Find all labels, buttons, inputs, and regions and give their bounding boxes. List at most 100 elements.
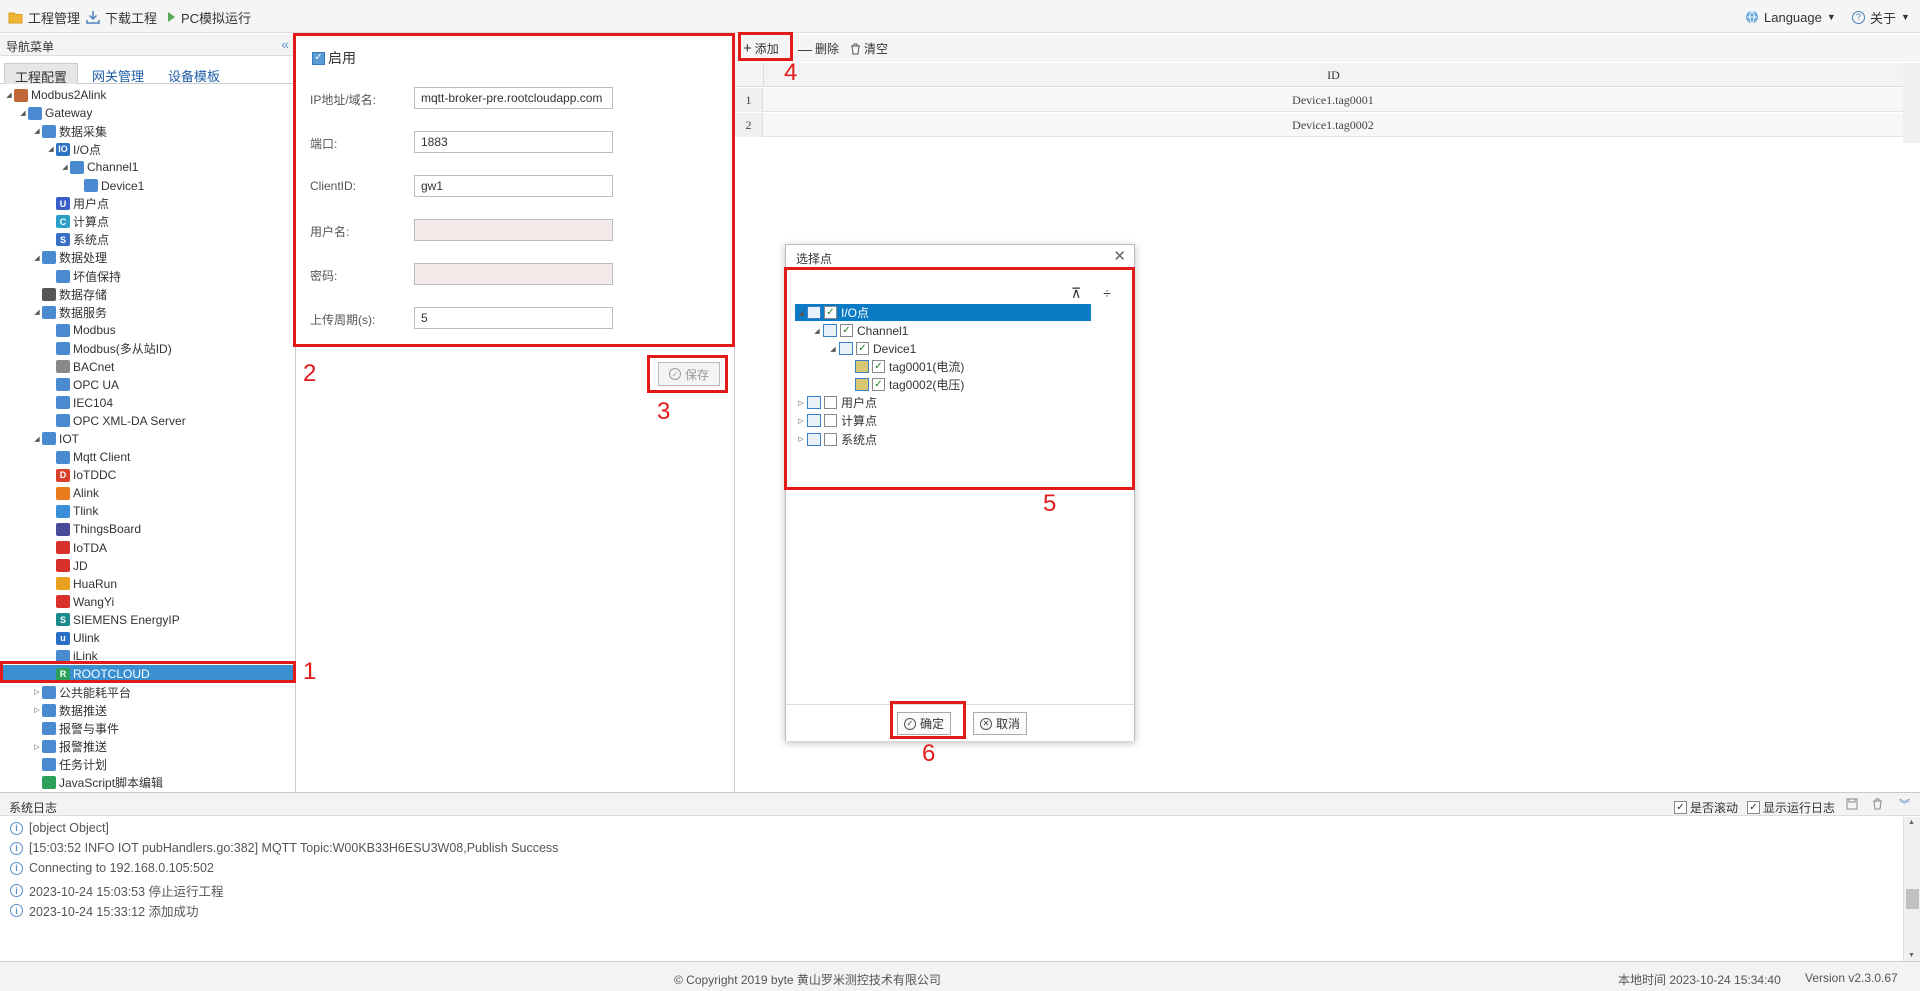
- dialog-tree-item[interactable]: ◢ ✓ Channel1: [795, 322, 908, 339]
- collapse-arrow-icon[interactable]: ◢: [32, 254, 42, 262]
- pc-simulate-button[interactable]: PC模拟运行: [166, 8, 251, 26]
- project-manage-button[interactable]: 工程管理: [8, 8, 80, 26]
- tab-gateway-manage[interactable]: 网关管理: [82, 63, 154, 84]
- checkbox-checked-icon[interactable]: ✓: [824, 306, 837, 319]
- tree-item[interactable]: Mqtt Client: [0, 448, 295, 466]
- tree-item[interactable]: iLink: [0, 647, 295, 665]
- tree-item[interactable]: ◢ IO I/O点: [0, 140, 295, 158]
- tree-item[interactable]: 数据存储: [0, 285, 295, 303]
- dialog-tree-item[interactable]: ✓ tag0002(电压): [795, 376, 964, 393]
- table-row[interactable]: 2 Device1.tag0002: [735, 113, 1903, 137]
- tree-item[interactable]: ◢ 数据服务: [0, 303, 295, 321]
- tree-item[interactable]: BACnet: [0, 358, 295, 376]
- ip-field[interactable]: [414, 87, 613, 109]
- checkbox-icon[interactable]: [824, 396, 837, 410]
- checkbox-checked-icon[interactable]: ✓: [856, 342, 869, 356]
- expand-arrow-icon[interactable]: ▷: [795, 399, 807, 407]
- tree-item[interactable]: IEC104: [0, 394, 295, 412]
- language-dropdown[interactable]: Language ▼: [1745, 8, 1836, 26]
- delete-button[interactable]: — 删除: [798, 40, 839, 57]
- save-log-icon[interactable]: [1846, 798, 1858, 813]
- tree-item[interactable]: R ROOTCLOUD: [0, 665, 295, 684]
- tree-item[interactable]: ▷ 数据推送: [0, 701, 295, 719]
- enable-checkbox[interactable]: ✓ 启用: [312, 48, 356, 68]
- log-scroll-thumb[interactable]: [1906, 889, 1919, 909]
- tab-device-template[interactable]: 设备模板: [158, 63, 230, 84]
- add-button[interactable]: + 添加: [743, 40, 779, 57]
- collapse-arrow-icon[interactable]: ◢: [46, 145, 56, 153]
- collapse-arrow-icon[interactable]: ◢: [32, 127, 42, 135]
- expand-arrow-icon[interactable]: ▷: [795, 435, 807, 443]
- collapse-arrow-icon[interactable]: ◢: [18, 109, 28, 117]
- show-run-log-checkbox[interactable]: ✓ 显示运行日志: [1747, 799, 1835, 816]
- tree-item[interactable]: HuaRun: [0, 575, 295, 593]
- collapse-arrow-icon[interactable]: ◢: [32, 308, 42, 316]
- collapse-arrow-icon[interactable]: ◢: [827, 345, 839, 353]
- port-field[interactable]: [414, 131, 613, 153]
- tree-item[interactable]: S SIEMENS EnergyIP: [0, 611, 295, 629]
- tree-item[interactable]: 报警与事件: [0, 720, 295, 738]
- collapse-arrow-icon[interactable]: ◢: [60, 163, 70, 171]
- collapse-icon[interactable]: «: [281, 36, 289, 52]
- collapse-arrow-icon[interactable]: ◢: [4, 91, 14, 99]
- tree-item[interactable]: S 系统点: [0, 231, 295, 249]
- collapse-log-icon[interactable]: ︾: [1899, 796, 1910, 812]
- tree-item[interactable]: ◢ Gateway: [0, 104, 295, 122]
- tree-item[interactable]: Device1: [0, 177, 295, 195]
- dialog-tree-item[interactable]: ◢ ✓ Device1: [795, 340, 916, 357]
- trash-icon[interactable]: [1872, 798, 1883, 813]
- tree-item[interactable]: OPC UA: [0, 376, 295, 394]
- tree-item[interactable]: JavaScript脚本编辑: [0, 774, 295, 792]
- tree-item[interactable]: ◢ IOT: [0, 430, 295, 448]
- scroll-up-icon[interactable]: ▲: [1908, 819, 1915, 826]
- username-field[interactable]: [414, 219, 613, 241]
- tree-item[interactable]: 坏值保持: [0, 267, 295, 285]
- collapse-arrow-icon[interactable]: ◢: [32, 435, 42, 443]
- checkbox-checked-icon[interactable]: ✓: [840, 324, 853, 338]
- tree-item[interactable]: OPC XML-DA Server: [0, 412, 295, 430]
- tree-item[interactable]: WangYi: [0, 593, 295, 611]
- download-project-button[interactable]: 下载工程: [86, 8, 157, 26]
- tree-item[interactable]: JD: [0, 557, 295, 575]
- tab-project-config[interactable]: 工程配置: [4, 63, 79, 85]
- clear-button[interactable]: 清空: [850, 40, 888, 57]
- grid-scrollbar[interactable]: [1903, 63, 1920, 143]
- collapse-all-icon[interactable]: ⊼: [1071, 285, 1081, 302]
- tree-item[interactable]: 任务计划: [0, 756, 295, 774]
- tree-item[interactable]: ▷ 公共能耗平台: [0, 683, 295, 701]
- clientid-field[interactable]: [414, 175, 613, 197]
- checkbox-icon[interactable]: [824, 414, 837, 428]
- dialog-tree-item[interactable]: ◢ ✓ I/O点: [795, 304, 1091, 321]
- column-id-header[interactable]: ID: [763, 63, 1903, 87]
- tree-item[interactable]: Modbus: [0, 321, 295, 339]
- upload-period-field[interactable]: [414, 307, 613, 329]
- tree-item[interactable]: ◢ 数据采集: [0, 122, 295, 140]
- scroll-down-icon[interactable]: ▼: [1908, 952, 1915, 959]
- expand-arrow-icon[interactable]: ▷: [32, 743, 42, 751]
- cancel-button[interactable]: ✕ 取消: [973, 712, 1028, 735]
- tree-item[interactable]: Modbus(多从站ID): [0, 339, 295, 357]
- dialog-tree-item[interactable]: ▷ 计算点: [795, 412, 877, 429]
- expand-all-icon[interactable]: ÷: [1103, 285, 1111, 302]
- close-icon[interactable]: ✕: [1113, 247, 1126, 265]
- auto-scroll-checkbox[interactable]: ✓ 是否滚动: [1674, 799, 1738, 816]
- log-scrollbar[interactable]: ▲ ▼: [1903, 817, 1920, 961]
- tree-item[interactable]: Tlink: [0, 502, 295, 520]
- tree-item[interactable]: Alink: [0, 484, 295, 502]
- tree-item[interactable]: ◢ 数据处理: [0, 249, 295, 267]
- expand-arrow-icon[interactable]: ▷: [32, 706, 42, 714]
- dialog-tree-item[interactable]: ✓ tag0001(电流): [795, 358, 964, 375]
- password-field[interactable]: [414, 263, 613, 285]
- tree-item[interactable]: ThingsBoard: [0, 520, 295, 538]
- confirm-button[interactable]: ✓ 确定: [897, 712, 952, 735]
- tree-item[interactable]: ▷ 报警推送: [0, 738, 295, 756]
- checkbox-checked-icon[interactable]: ✓: [872, 378, 885, 392]
- tree-item[interactable]: U 用户点: [0, 195, 295, 213]
- save-button[interactable]: ✓ 保存: [658, 362, 720, 386]
- tree-item[interactable]: u Ulink: [0, 629, 295, 647]
- tree-item[interactable]: IoTDA: [0, 539, 295, 557]
- tree-item[interactable]: ◢ Modbus2Alink: [0, 86, 295, 104]
- checkbox-checked-icon[interactable]: ✓: [872, 360, 885, 374]
- tree-item[interactable]: D IoTDDC: [0, 466, 295, 484]
- tree-item[interactable]: C 计算点: [0, 213, 295, 231]
